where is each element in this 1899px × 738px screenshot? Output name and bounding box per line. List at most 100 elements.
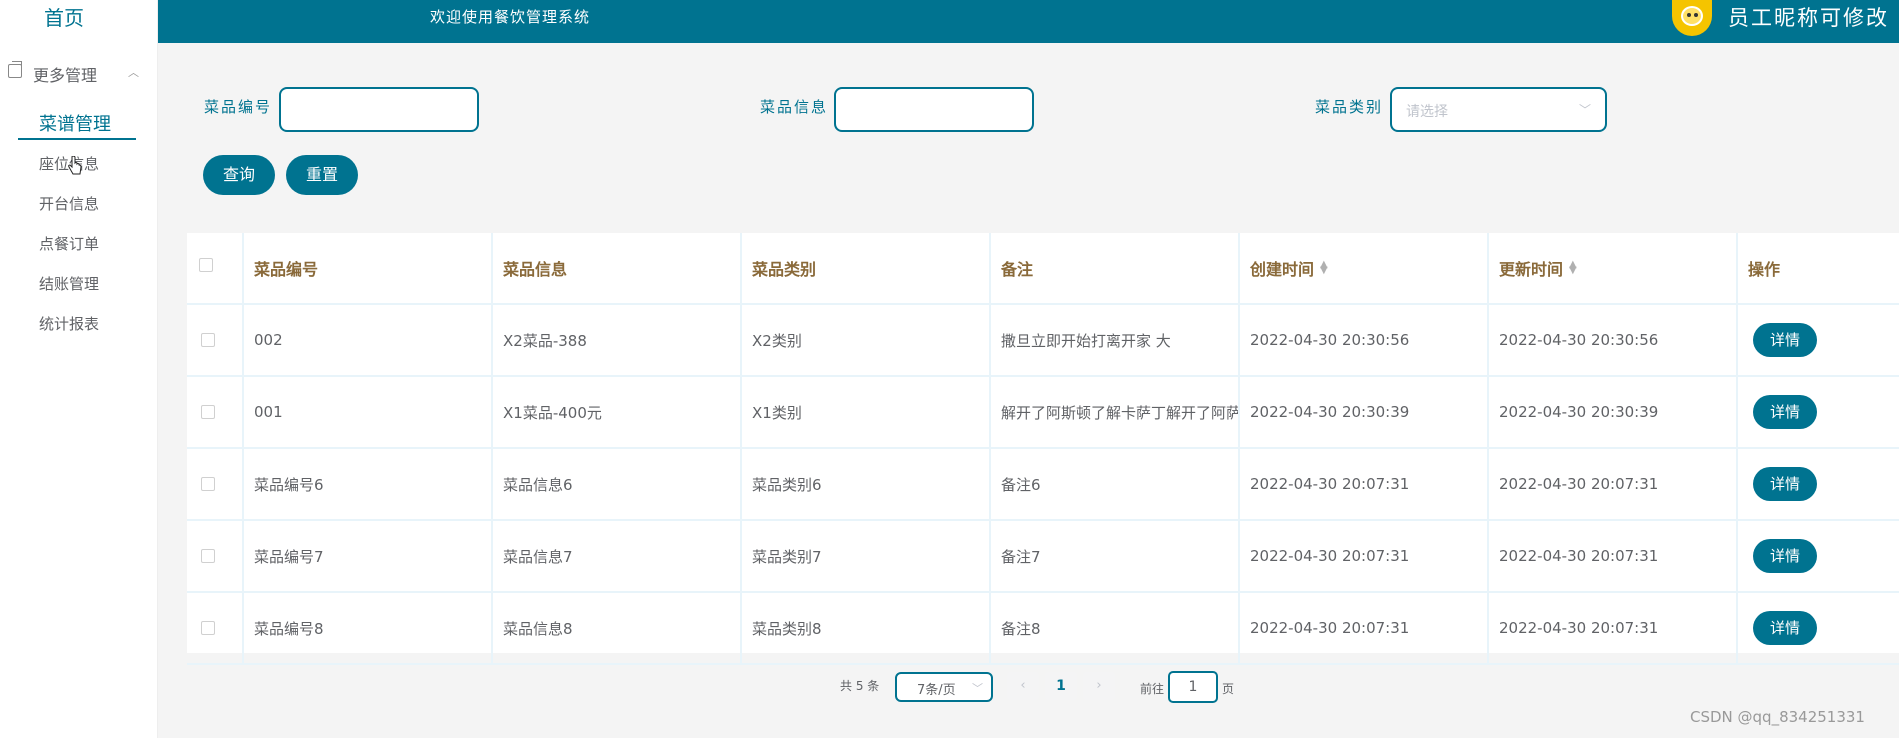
sort-icon[interactable]: ▲ ▼: [1320, 260, 1328, 276]
avatar-eye-right: [1694, 13, 1698, 17]
detail-button[interactable]: 详情: [1753, 395, 1817, 429]
table-cell: X1类别: [740, 377, 989, 447]
table-cell: 2022-04-30 20:30:39: [1238, 377, 1487, 447]
table-cell: 菜品编号6: [242, 449, 491, 519]
app-root: 首页 更多管理 ︿ 菜谱管理 座位信息 开台信息 点餐订单 结账管理 统计报表 …: [0, 0, 1899, 738]
sidebar-item-checkout[interactable]: 结账管理: [39, 273, 99, 294]
username[interactable]: 员工昵称可修改: [1728, 2, 1889, 32]
table-header-row: 菜品编号 菜品信息 菜品类别 备注 创建时间 ▲ ▼ 更新时间 ▲ ▼ 操作: [187, 233, 1899, 305]
goto-label: 前往: [1140, 682, 1165, 696]
table-row: 菜品编号6 菜品信息6 菜品类别6 备注6 2022-04-30 20:07:31 202…: [187, 449, 1899, 521]
action-cell: 详情: [1736, 521, 1899, 591]
table-cell: 撒旦立即开始打离开家 大: [989, 305, 1238, 375]
table-cell: 2022-04-30 20:30:56: [1238, 305, 1487, 375]
table-cell: 2022-04-30 20:07:31: [1238, 593, 1487, 663]
info-input[interactable]: [834, 87, 1034, 132]
table-row: 001 X1菜品-400元 X1类别 解开了阿斯顿了解卡萨丁解开了阿萨 2022-04-…: [187, 377, 1899, 449]
table-cell: 001: [242, 377, 491, 447]
category-label: 菜品类别: [1315, 98, 1384, 116]
next-page-button[interactable]: ›: [1083, 672, 1115, 700]
row-checkbox[interactable]: [201, 621, 215, 635]
top-bar: 欢迎使用餐饮管理系统 员工昵称可修改: [158, 0, 1899, 43]
row-select-cell: [187, 377, 242, 447]
table-cell: 菜品类别7: [740, 521, 989, 591]
sidebar-item-menu-management[interactable]: 菜谱管理: [18, 110, 136, 140]
goto-page-input[interactable]: 1: [1168, 671, 1218, 703]
table-cell: 菜品信息7: [491, 521, 740, 591]
chevron-down-icon: ﹀: [972, 682, 983, 695]
action-cell: 详情: [1736, 305, 1899, 375]
avatar[interactable]: [1672, 0, 1712, 36]
column-header: 菜品编号: [242, 233, 491, 303]
column-header-updated[interactable]: 更新时间 ▲ ▼: [1487, 233, 1736, 303]
table-cell: 解开了阿斯顿了解卡萨丁解开了阿萨: [989, 377, 1238, 447]
sidebar-group-label: 更多管理: [33, 66, 98, 85]
row-checkbox[interactable]: [201, 405, 215, 419]
sidebar-item-label: 菜谱管理: [39, 114, 111, 135]
pagination-total: 共 5 条: [840, 679, 880, 693]
avatar-face: [1681, 6, 1703, 26]
reset-button[interactable]: 重置: [286, 155, 358, 195]
row-checkbox[interactable]: [201, 333, 215, 347]
table-cell: 2022-04-30 20:30:39: [1487, 377, 1736, 447]
column-header: 菜品信息: [491, 233, 740, 303]
action-cell: 详情: [1736, 377, 1899, 447]
detail-button[interactable]: 详情: [1753, 539, 1817, 573]
detail-button[interactable]: 详情: [1753, 467, 1817, 501]
watermark: CSDN @qq_834251331: [1690, 708, 1865, 726]
sort-icon[interactable]: ▲ ▼: [1569, 260, 1577, 276]
detail-button[interactable]: 详情: [1753, 323, 1817, 357]
table-cell: 2022-04-30 20:07:31: [1487, 593, 1736, 663]
code-input[interactable]: [279, 87, 479, 132]
table-cell: 2022-04-30 20:07:31: [1487, 521, 1736, 591]
row-select-cell: [187, 305, 242, 375]
category-select[interactable]: 请选择 ﹀: [1390, 87, 1607, 132]
row-checkbox[interactable]: [201, 549, 215, 563]
column-header-label: 更新时间: [1499, 260, 1564, 279]
table-cell: 2022-04-30 20:07:31: [1487, 449, 1736, 519]
table-cell: 备注8: [989, 593, 1238, 663]
table-cell: 2022-04-30 20:07:31: [1238, 449, 1487, 519]
prev-page-button[interactable]: ‹: [1007, 672, 1039, 700]
sidebar-item-orders[interactable]: 点餐订单: [39, 233, 99, 254]
copy-icon: [8, 61, 22, 78]
table-cell: X2菜品-388: [491, 305, 740, 375]
row-select-cell: [187, 593, 242, 663]
header-select-cell: [187, 233, 242, 303]
avatar-eye-left: [1687, 13, 1691, 17]
table-cell: 2022-04-30 20:07:31: [1238, 521, 1487, 591]
column-header-created[interactable]: 创建时间 ▲ ▼: [1238, 233, 1487, 303]
row-select-cell: [187, 449, 242, 519]
detail-button[interactable]: 详情: [1753, 611, 1817, 645]
table-cell: 菜品编号8: [242, 593, 491, 663]
table-cell: 备注7: [989, 521, 1238, 591]
sidebar-home-link[interactable]: 首页: [44, 2, 84, 31]
select-all-checkbox[interactable]: [199, 258, 213, 272]
sidebar-group-more-management[interactable]: 更多管理 ︿: [8, 61, 148, 85]
page-size-value: 7条/页: [917, 683, 956, 698]
dish-table: 菜品编号 菜品信息 菜品类别 备注 创建时间 ▲ ▼ 更新时间 ▲ ▼ 操作 002…: [187, 233, 1899, 665]
table-cell: 菜品类别8: [740, 593, 989, 663]
page-size-select[interactable]: 7条/页 ﹀: [895, 672, 993, 702]
column-header: 菜品类别: [740, 233, 989, 303]
query-button[interactable]: 查询: [203, 155, 275, 195]
row-checkbox[interactable]: [201, 477, 215, 491]
sidebar-item-table-open[interactable]: 开台信息: [39, 193, 99, 214]
table-cell: 菜品信息6: [491, 449, 740, 519]
info-label: 菜品信息: [760, 98, 829, 116]
code-label: 菜品编号: [204, 98, 273, 116]
table-cell: 备注6: [989, 449, 1238, 519]
table-cell: 2022-04-30 20:30:56: [1487, 305, 1736, 375]
welcome-text: 欢迎使用餐饮管理系统: [430, 8, 591, 26]
chevron-up-icon: ︿: [128, 66, 139, 79]
table-cell: 菜品信息8: [491, 593, 740, 663]
table-row: 菜品编号7 菜品信息7 菜品类别7 备注7 2022-04-30 20:07:31 202…: [187, 521, 1899, 593]
chevron-down-icon: ﹀: [1578, 103, 1591, 117]
hand-cursor-icon: [68, 156, 82, 175]
action-cell: 详情: [1736, 449, 1899, 519]
table-row: 菜品编号8 菜品信息8 菜品类别8 备注8 2022-04-30 20:07:31 202…: [187, 593, 1899, 665]
page-number[interactable]: 1: [1045, 672, 1077, 700]
sidebar-item-reports[interactable]: 统计报表: [39, 313, 99, 334]
page-suffix: 页: [1222, 682, 1235, 696]
row-select-cell: [187, 521, 242, 591]
